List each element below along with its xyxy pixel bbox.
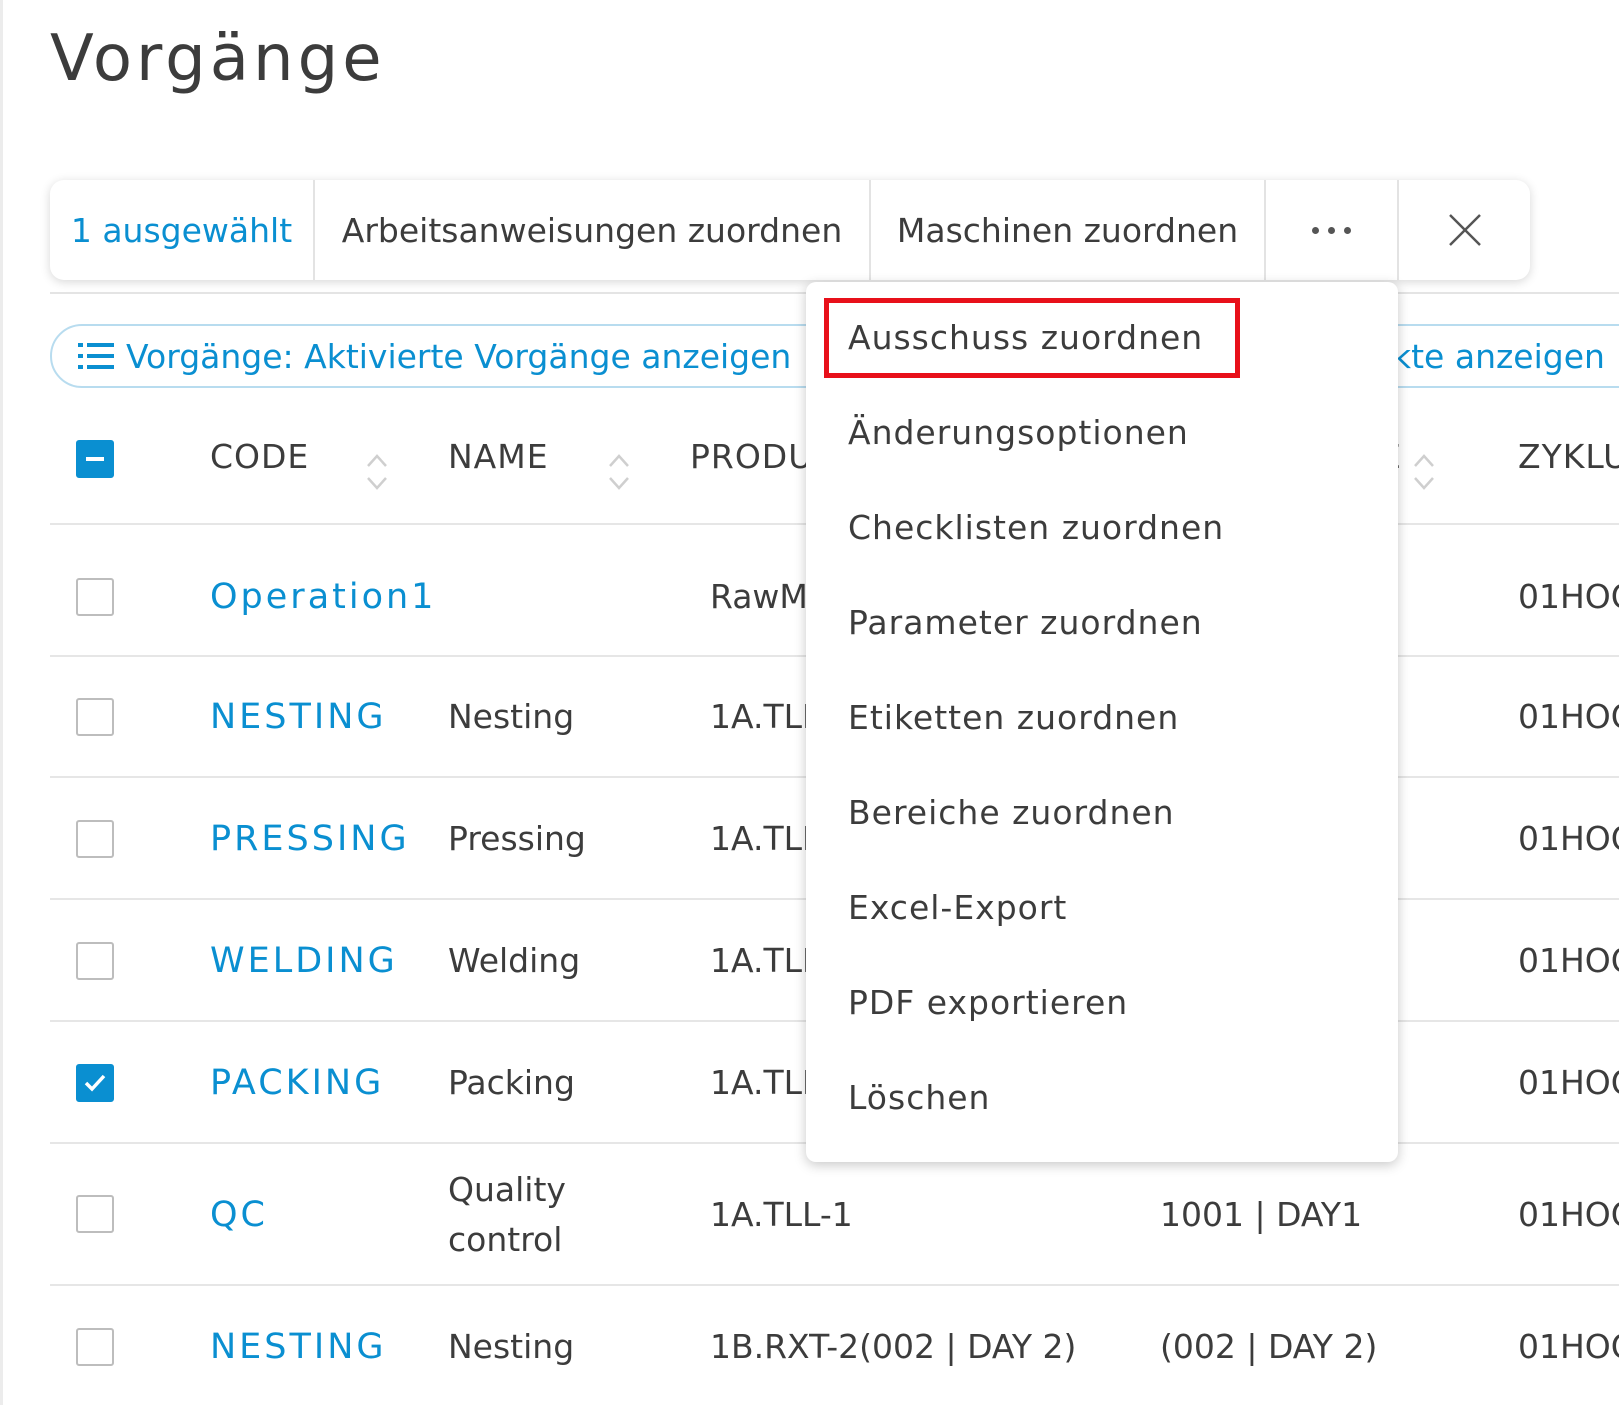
row-code-link[interactable]: PRESSING: [210, 814, 410, 864]
sort-code-icon[interactable]: [366, 452, 388, 492]
row-product: 1A.TLL: [710, 941, 821, 980]
row-checkbox[interactable]: [76, 820, 114, 858]
header-code[interactable]: CODE: [210, 437, 309, 476]
menu-item-assign-labels[interactable]: Etiketten zuordnen: [848, 698, 1179, 737]
sort-name-icon[interactable]: [608, 452, 630, 492]
menu-item-delete[interactable]: Löschen: [848, 1078, 990, 1117]
row-product: 1A.TLL-1: [710, 1195, 853, 1234]
row-cycle: 01HOO: [1518, 819, 1619, 858]
sort-hidden-col-icon[interactable]: [1413, 452, 1435, 492]
row-checkbox[interactable]: [76, 698, 114, 736]
row-checkbox[interactable]: [76, 1328, 114, 1366]
page-title: Vorgänge: [50, 22, 386, 96]
row-product: 1A.TLL: [710, 1063, 821, 1102]
more-options-menu: Ausschuss zuordnen Änderungsoptionen Che…: [806, 282, 1398, 1162]
products-filter-label: kte anzeigen: [1392, 336, 1605, 376]
row-bom: 1001 | DAY1: [1160, 1195, 1363, 1234]
highlight-box: [824, 298, 1240, 378]
row-product: 1B.RXT-2(002 | DAY 2): [710, 1327, 1077, 1366]
header-name[interactable]: NAME: [448, 437, 549, 476]
selected-count-button[interactable]: 1 ausgewählt: [50, 180, 315, 280]
row-checkbox[interactable]: [76, 1064, 114, 1102]
menu-item-assign-checklists[interactable]: Checklisten zuordnen: [848, 508, 1224, 547]
close-icon: [1448, 214, 1481, 246]
row-product: 1A.TLL: [710, 697, 821, 736]
row-name: Pressing: [448, 819, 586, 858]
row-name: Welding: [448, 941, 581, 980]
row-code-link[interactable]: WELDING: [210, 936, 398, 986]
row-code-link[interactable]: Operation1: [210, 572, 436, 622]
row-checkbox[interactable]: [76, 578, 114, 616]
row-name: Nesting: [448, 1327, 575, 1366]
operations-filter-pill[interactable]: Vorgänge: Aktivierte Vorgänge anzeigen: [50, 324, 870, 388]
row-cycle: 01HOO: [1518, 577, 1619, 616]
row-cycle: 01HOO: [1518, 1327, 1619, 1366]
row-product: 1A.TLL: [710, 819, 821, 858]
row-name: Packing: [448, 1063, 575, 1102]
list-icon: [78, 341, 114, 371]
row-checkbox[interactable]: [76, 1195, 114, 1233]
select-all-checkbox[interactable]: [76, 440, 114, 478]
menu-item-excel-export[interactable]: Excel-Export: [848, 888, 1067, 927]
row-code-link[interactable]: NESTING: [210, 692, 387, 742]
row-name: Quality: [448, 1170, 566, 1209]
assign-machines-button[interactable]: Maschinen zuordnen: [871, 180, 1266, 280]
header-product[interactable]: PRODU: [690, 437, 813, 476]
header-cycle[interactable]: ZYKLU: [1518, 437, 1619, 476]
more-horizontal-icon: [1312, 226, 1351, 234]
row-cycle: 01HOO: [1518, 697, 1619, 736]
menu-item-assign-areas[interactable]: Bereiche zuordnen: [848, 793, 1175, 832]
row-bom: (002 | DAY 2): [1160, 1327, 1378, 1366]
row-code-link[interactable]: PACKING: [210, 1058, 384, 1108]
row-name-line2: control: [448, 1220, 563, 1259]
row-code-link[interactable]: NESTING: [210, 1322, 387, 1372]
more-options-button[interactable]: [1266, 180, 1399, 280]
operations-filter-label: Vorgänge: Aktivierte Vorgänge anzeigen: [126, 336, 792, 376]
row-cycle: 01HOO: [1518, 1195, 1619, 1234]
row-code-link[interactable]: QC: [210, 1190, 268, 1240]
row-cycle: 01HOO: [1518, 941, 1619, 980]
checkmark-icon: [84, 1074, 106, 1092]
selection-toolbar: 1 ausgewählt Arbeitsanweisungen zuordnen…: [50, 180, 1530, 280]
row-divider: [50, 1284, 1619, 1286]
close-selection-button[interactable]: [1399, 180, 1530, 280]
menu-item-assign-parameters[interactable]: Parameter zuordnen: [848, 603, 1203, 642]
row-checkbox[interactable]: [76, 942, 114, 980]
menu-item-change-options[interactable]: Änderungsoptionen: [848, 413, 1189, 452]
row-name: Nesting: [448, 697, 575, 736]
assign-instructions-button[interactable]: Arbeitsanweisungen zuordnen: [315, 180, 871, 280]
left-edge: [0, 0, 3, 1405]
menu-item-pdf-export[interactable]: PDF exportieren: [848, 983, 1128, 1022]
indeterminate-icon: [86, 457, 104, 461]
row-cycle: 01HOO: [1518, 1063, 1619, 1102]
